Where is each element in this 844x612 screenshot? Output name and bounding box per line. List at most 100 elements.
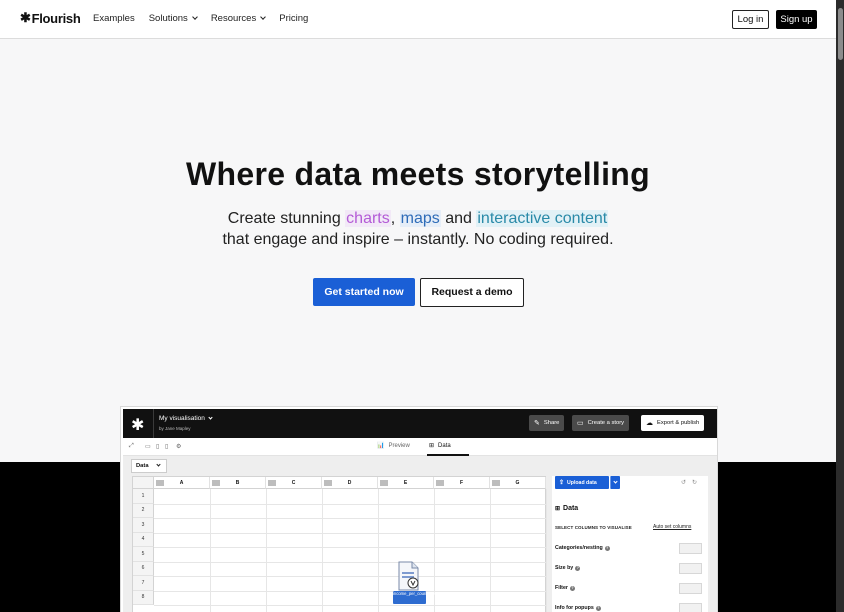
- flourish-logo[interactable]: ✱ Flourish: [20, 10, 81, 26]
- scrollbar-track[interactable]: [836, 0, 844, 612]
- story-icon: ▭: [577, 420, 584, 427]
- hero-subtitle-line-1: Create stunning charts, maps and interac…: [0, 208, 836, 229]
- column-letter: B: [235, 479, 240, 486]
- help-icon[interactable]: ?: [604, 545, 610, 551]
- grid-column-header[interactable]: B: [210, 477, 266, 489]
- nav-pricing[interactable]: Pricing: [279, 13, 308, 24]
- help-icon[interactable]: ?: [595, 605, 601, 611]
- visualisation-author: by Jane Mapley: [159, 426, 191, 431]
- field-size-by: Size by?: [555, 563, 705, 575]
- data-editor: Data A B C D E F G 12345678 ⇪ Upload data ↺ ↻ ⊞…: [123, 456, 717, 612]
- settings-icon[interactable]: ⚙: [176, 443, 181, 450]
- top-navigation: ✱ Flourish Examples Solutions Resources …: [0, 0, 836, 39]
- table-icon: ⊞: [555, 506, 561, 512]
- desktop-icon[interactable]: ▭: [145, 443, 151, 450]
- visualisation-title[interactable]: My visualisation: [159, 414, 213, 422]
- login-button[interactable]: Log in: [732, 10, 769, 29]
- grid-column-line: [210, 489, 211, 612]
- grid-row-line: [154, 576, 546, 577]
- grid-row-header[interactable]: 6: [133, 561, 154, 576]
- bar-chart-icon: 📊: [377, 443, 385, 449]
- scrollbar-thumb[interactable]: [838, 8, 843, 60]
- field-label-text: Filter: [555, 585, 568, 591]
- hero-title: Where data meets storytelling: [186, 156, 650, 192]
- grid-column-header[interactable]: A: [154, 477, 210, 489]
- nav-solutions-label: Solutions: [148, 13, 188, 24]
- grid-column-line: [490, 489, 491, 612]
- hero-subtitle: Create stunning charts, maps and interac…: [0, 208, 836, 250]
- column-type-icon: [492, 480, 500, 486]
- tab-data[interactable]: ⊞ Data: [429, 442, 451, 450]
- chevron-down-icon: [155, 462, 161, 467]
- tablet-icon[interactable]: ▯: [156, 443, 159, 450]
- sub-text-create: Create stunning: [227, 210, 346, 227]
- field-label: Info for popups?: [555, 605, 601, 611]
- grid-column-line: [266, 489, 267, 612]
- mobile-icon[interactable]: ▯: [165, 443, 168, 450]
- column-input[interactable]: [679, 543, 702, 554]
- column-letter: F: [459, 479, 464, 486]
- expand-icon[interactable]: ⤢: [129, 443, 134, 450]
- tab-preview[interactable]: 📊 Preview: [377, 442, 410, 450]
- nav-examples[interactable]: Examples: [93, 13, 135, 24]
- grid-column-header[interactable]: D: [322, 477, 378, 489]
- tab-data-label: Data: [438, 442, 451, 449]
- csv-file-icon[interactable]: [396, 561, 420, 591]
- signup-button[interactable]: Sign up: [776, 10, 817, 29]
- grid-row-header[interactable]: 2: [133, 503, 154, 518]
- column-input[interactable]: [679, 603, 702, 612]
- grid-row-line: [154, 605, 546, 606]
- grid-row-header[interactable]: 1: [133, 489, 154, 504]
- logo-text: Flourish: [31, 10, 81, 26]
- help-icon[interactable]: ?: [569, 585, 575, 591]
- grid-row-header[interactable]: 5: [133, 547, 154, 562]
- share-button[interactable]: ✎ Share: [529, 415, 565, 431]
- export-publish-button[interactable]: ☁ Export & publish: [641, 415, 705, 431]
- chevron-down-icon: [208, 414, 213, 420]
- column-type-icon: [268, 480, 276, 486]
- upload-icon: ⇪: [559, 480, 565, 486]
- field-label: Filter?: [555, 585, 575, 591]
- nav-solutions[interactable]: Solutions: [148, 13, 198, 24]
- sub-text-and: and: [440, 210, 477, 227]
- help-icon[interactable]: ?: [575, 565, 581, 571]
- data-grid[interactable]: A B C D E F G 12345678: [132, 476, 547, 612]
- asterisk-icon: ✱: [20, 10, 31, 25]
- highlight-maps: maps: [399, 210, 441, 227]
- nav-resources[interactable]: Resources: [211, 13, 267, 24]
- column-input[interactable]: [679, 583, 702, 594]
- redo-icon[interactable]: ↻: [692, 479, 697, 486]
- grid-row-header[interactable]: 7: [133, 576, 154, 591]
- column-type-icon: [156, 480, 164, 486]
- grid-row-header[interactable]: 3: [133, 518, 154, 533]
- grid-row-header[interactable]: 8: [133, 590, 154, 605]
- column-letter: C: [291, 479, 296, 486]
- grid-column-header[interactable]: E: [378, 477, 434, 489]
- grid-column-header[interactable]: C: [266, 477, 322, 489]
- grid-column-header[interactable]: F: [434, 477, 490, 489]
- grid-row-header[interactable]: 4: [133, 532, 154, 547]
- grid-row-line: [154, 547, 546, 548]
- field-label: Categories/nesting?: [555, 545, 610, 551]
- data-side-panel: ⇪ Upload data ↺ ↻ ⊞ Data SELECT COLUMNS TO…: [552, 476, 708, 612]
- create-story-label: Create a story: [587, 420, 625, 426]
- view-tabs-bar: ⤢ ▭ ▯ ▯ ⚙ 📊 Preview ⊞ Data: [123, 438, 717, 456]
- grid-row-line: [154, 518, 546, 519]
- panel-title: Data: [563, 505, 579, 512]
- sheet-tab-data[interactable]: Data: [131, 459, 167, 473]
- upload-data-button[interactable]: ⇪ Upload data: [555, 476, 609, 489]
- create-story-button[interactable]: ▭ Create a story: [572, 415, 630, 431]
- hero-subtitle-line-2: that engage and inspire – instantly. No …: [222, 231, 614, 248]
- grid-column-line: [378, 489, 379, 612]
- undo-icon[interactable]: ↺: [681, 479, 686, 486]
- get-started-button[interactable]: Get started now: [313, 278, 415, 306]
- column-type-icon: [380, 480, 388, 486]
- nav-pricing-label: Pricing: [279, 13, 309, 24]
- request-demo-button[interactable]: Request a demo: [420, 278, 524, 307]
- upload-dropdown-button[interactable]: [610, 476, 620, 489]
- grid-column-line: [322, 489, 323, 612]
- column-input[interactable]: [679, 563, 702, 574]
- grid-row-line: [154, 532, 546, 534]
- grid-column-header[interactable]: G: [490, 477, 546, 489]
- auto-set-columns-link[interactable]: Auto set columns: [653, 524, 691, 530]
